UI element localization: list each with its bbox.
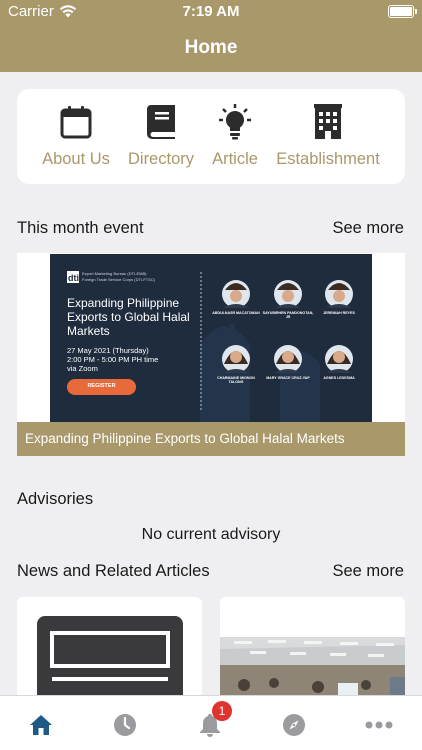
quick-link-label: Establishment xyxy=(276,150,380,168)
more-icon xyxy=(365,721,393,729)
event-banner-venue: via Zoom xyxy=(67,364,98,373)
news-section-title: News and Related Articles xyxy=(17,562,210,580)
quick-link-label: About Us xyxy=(42,150,110,168)
tab-more[interactable] xyxy=(364,710,394,740)
event-caption: Expanding Philippine Exports to Global H… xyxy=(17,422,405,456)
news-card[interactable] xyxy=(17,597,202,702)
compass-icon xyxy=(283,714,305,736)
events-see-more-link[interactable]: See more xyxy=(332,219,404,238)
notification-badge: 1 xyxy=(212,701,232,721)
news-see-more-link[interactable]: See more xyxy=(332,562,404,581)
lightbulb-icon xyxy=(219,103,251,141)
event-banner-headline: Expanding Philippine Exports to Global H… xyxy=(67,296,190,338)
svg-text:dti: dti xyxy=(68,273,79,283)
advisories-section-title: Advisories xyxy=(17,490,94,508)
featured-event-card[interactable]: dti Export Marketing Bureau (DTI-EMB) Fo… xyxy=(17,253,405,456)
quick-link-about-us[interactable]: About Us xyxy=(42,103,110,169)
speaker-name: SAYUBIRHEN PANDONOTAN, JR xyxy=(262,311,314,320)
status-bar: Carrier 7:19 AM xyxy=(0,0,422,24)
quick-link-article[interactable]: Article xyxy=(211,103,259,169)
building-icon xyxy=(314,103,342,141)
header-bar: Carrier 7:19 AM Home xyxy=(0,0,422,72)
book-icon xyxy=(146,103,176,141)
speaker-name: CHARMAINE MIGNON TALONG xyxy=(217,376,255,385)
news-thumbnail-image xyxy=(220,597,405,702)
event-register-button[interactable]: REGISTER xyxy=(67,383,136,389)
page-title: Home xyxy=(184,37,238,58)
battery-icon xyxy=(388,5,417,18)
quick-link-establishment[interactable]: Establishment xyxy=(276,103,380,169)
calendar-icon xyxy=(60,103,92,141)
tab-history[interactable] xyxy=(110,710,140,740)
quick-link-label: Article xyxy=(212,150,258,168)
event-banner-org-line-1: Export Marketing Bureau (DTI-EMB) xyxy=(82,271,147,276)
speaker-name: JEREMIAH REYES xyxy=(323,311,355,315)
events-section-title: This month event xyxy=(17,219,144,237)
tab-explore[interactable] xyxy=(279,710,309,740)
advisory-empty-message: No current advisory xyxy=(141,526,281,543)
tab-notifications[interactable]: 1 xyxy=(195,701,232,740)
news-card[interactable] xyxy=(220,597,405,702)
quick-links-card: About Us Directory Article Establishment xyxy=(17,89,405,184)
tab-bar: 1 xyxy=(0,695,422,750)
speaker-name: MARY GRACE CRUZ-YAP xyxy=(266,376,310,380)
clock-icon xyxy=(114,714,136,736)
status-time: 7:19 AM xyxy=(182,3,240,20)
quick-link-directory[interactable]: Directory xyxy=(127,103,195,169)
news-placeholder-icon xyxy=(37,616,183,702)
event-banner-org-line-2: Foreign Trade Service Corps (DTI-FTSC) xyxy=(82,277,156,282)
event-banner-image: dti Export Marketing Bureau (DTI-EMB) Fo… xyxy=(50,254,372,422)
quick-link-label: Directory xyxy=(127,150,194,168)
event-banner-date: 27 May 2021 (Thursday) xyxy=(67,346,149,355)
event-banner-time: 2:00 PM - 5:00 PM PH time xyxy=(67,355,159,364)
tab-home[interactable] xyxy=(26,710,56,740)
speaker-name: AGNES LEDESMA xyxy=(323,376,355,380)
speaker-name: ABDULNASR MACATOMAN xyxy=(212,311,260,315)
home-icon xyxy=(30,715,52,735)
